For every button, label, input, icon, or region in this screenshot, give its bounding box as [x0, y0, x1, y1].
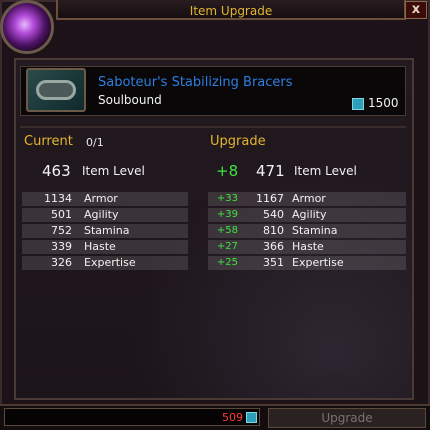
- current-item-level: 463: [42, 162, 71, 180]
- upgrade-item-level: 471: [256, 162, 285, 180]
- item-name[interactable]: Saboteur's Stabilizing Bracers: [98, 75, 293, 90]
- upgrade-stat-name: Expertise: [292, 256, 344, 269]
- current-stat-value: 501: [51, 208, 72, 221]
- current-stat-name: Stamina: [84, 224, 130, 237]
- upgrade-item-level-label: Item Level: [294, 164, 357, 178]
- window-title: Item Upgrade: [189, 4, 273, 18]
- close-button[interactable]: x: [405, 1, 427, 19]
- title-bar[interactable]: Item Upgrade: [56, 0, 406, 20]
- current-stat-value: 752: [51, 224, 72, 237]
- valor-currency-icon: [352, 98, 364, 110]
- currency-amount: 509: [222, 411, 243, 424]
- upgrade-stat-value: 366: [263, 240, 284, 253]
- current-item-level-label: Item Level: [82, 164, 145, 178]
- stat-delta: +25: [216, 257, 238, 268]
- bracers-icon[interactable]: [26, 68, 86, 112]
- upgrade-button[interactable]: Upgrade: [268, 408, 426, 428]
- upgrade-stat-value: 810: [263, 224, 284, 237]
- portrait-icon: [0, 0, 54, 54]
- upgrade-cost: 1500: [368, 96, 399, 110]
- current-stat-name: Haste: [84, 240, 116, 253]
- current-stat-value: 339: [51, 240, 72, 253]
- stat-delta: +33: [216, 193, 238, 204]
- upgrade-stat-name: Stamina: [292, 224, 338, 237]
- close-icon: x: [411, 2, 421, 17]
- current-stat-value: 326: [51, 256, 72, 269]
- stat-delta: +39: [216, 209, 238, 220]
- current-stat-value: 1134: [44, 192, 72, 205]
- current-header: Current: [24, 134, 73, 149]
- divider: [20, 126, 406, 128]
- currency-icon: [246, 412, 257, 423]
- item-bind-status: Soulbound: [98, 93, 162, 107]
- current-stat-name: Agility: [84, 208, 119, 221]
- item-level-delta: +8: [216, 162, 239, 180]
- upgrade-stat-name: Haste: [292, 240, 324, 253]
- upgrade-stat-value: 1167: [256, 192, 284, 205]
- upgrade-stat-name: Agility: [292, 208, 327, 221]
- upgrade-progress: 0/1: [86, 136, 104, 149]
- stat-delta: +58: [216, 225, 238, 236]
- upgrade-stat-name: Armor: [292, 192, 326, 205]
- upgrade-stat-value: 540: [263, 208, 284, 221]
- upgrade-header: Upgrade: [210, 134, 266, 149]
- current-stat-name: Expertise: [84, 256, 136, 269]
- current-stat-name: Armor: [84, 192, 118, 205]
- stat-delta: +27: [216, 241, 238, 252]
- upgrade-stat-value: 351: [263, 256, 284, 269]
